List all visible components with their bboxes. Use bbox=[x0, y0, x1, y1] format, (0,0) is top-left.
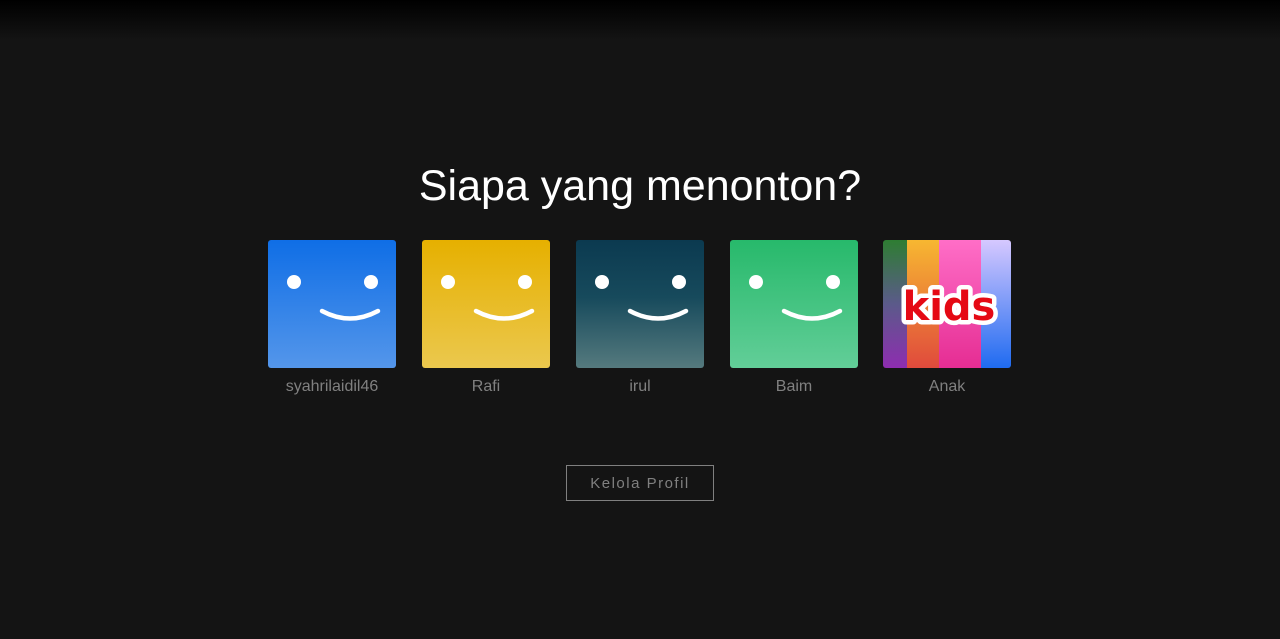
profile-card-baim[interactable]: Baim bbox=[730, 240, 858, 396]
profile-card-anak[interactable]: kids kids Anak bbox=[883, 240, 1011, 396]
manage-profiles-button[interactable]: Kelola Profil bbox=[566, 465, 714, 501]
profile-name: Baim bbox=[775, 378, 813, 395]
profile-avatar[interactable] bbox=[730, 240, 858, 368]
page-title: Siapa yang menonton? bbox=[418, 162, 862, 210]
profile-avatar[interactable] bbox=[268, 240, 396, 368]
profile-name: Anak bbox=[928, 378, 966, 395]
kids-logo: kids kids bbox=[883, 240, 1011, 368]
profile-avatar[interactable] bbox=[422, 240, 550, 368]
profile-card-syahrilaidil46[interactable]: syahrilaidil46 bbox=[268, 240, 396, 396]
profile-name: Rafi bbox=[471, 378, 501, 395]
smile-face-icon bbox=[268, 240, 396, 368]
profile-card-irul[interactable]: irul bbox=[576, 240, 704, 396]
smile-face-icon bbox=[730, 240, 858, 368]
profile-name: syahrilaidil46 bbox=[285, 378, 379, 395]
profile-avatar[interactable] bbox=[576, 240, 704, 368]
profile-avatar[interactable]: kids kids bbox=[883, 240, 1011, 368]
smile-face-icon bbox=[576, 240, 704, 368]
smile-face-icon bbox=[422, 240, 550, 368]
profile-gate: Siapa yang menonton? syahrilaidil46 Rafi… bbox=[0, 0, 1280, 639]
profile-name: irul bbox=[629, 378, 651, 395]
profile-list: syahrilaidil46 Rafi irul Baim kids kids … bbox=[268, 240, 1012, 410]
profile-card-rafi[interactable]: Rafi bbox=[422, 240, 550, 396]
svg-text:kids: kids bbox=[903, 284, 996, 330]
